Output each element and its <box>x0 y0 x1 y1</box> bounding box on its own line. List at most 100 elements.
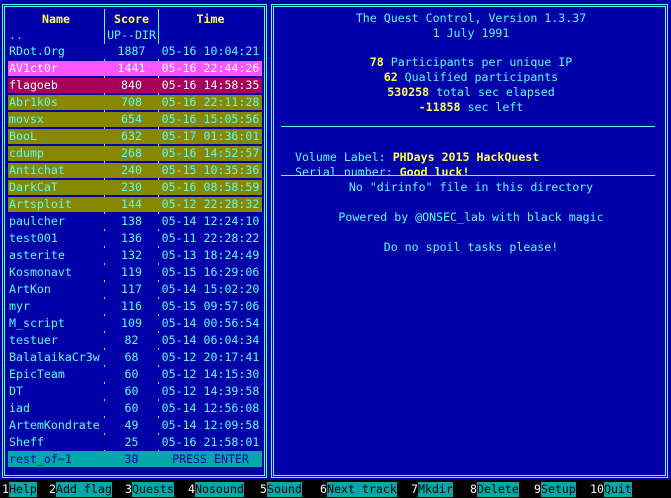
fkey-9[interactable]: 9Setup <box>534 482 576 497</box>
updir-row[interactable]: .. UP--DIR <box>8 28 262 43</box>
participant-time: 05-15 16:29:06 <box>161 265 260 279</box>
participant-row[interactable]: myr 116 05-15 09:57:06 <box>8 299 262 314</box>
participant-time: 05-16 14:52:57 <box>161 146 260 160</box>
participant-name: flagoeb <box>9 78 58 92</box>
summary-name: rest_of~1 <box>9 452 72 466</box>
stat-line: 78 Participants per unique IP <box>274 55 668 70</box>
fkey-label: Quit <box>603 482 632 497</box>
column-header-time[interactable]: Time <box>159 12 262 26</box>
participant-name: RDot.Org <box>9 44 65 58</box>
participant-score: 632 <box>121 129 142 143</box>
participant-row[interactable]: test001 136 05-11 22:28:22 <box>8 231 262 246</box>
participant-score: 119 <box>121 265 142 279</box>
fkey-6[interactable]: 6Next track <box>320 482 397 497</box>
column-header-name[interactable]: Name <box>8 12 104 26</box>
fkey-8[interactable]: 8Delete <box>470 482 519 497</box>
column-header-score[interactable]: Score <box>105 12 158 26</box>
participant-row[interactable]: AV1ct0r 1441 05-16 22:44:26 <box>8 61 262 76</box>
fkey-number: 8 <box>470 482 477 496</box>
participant-score: 109 <box>121 316 142 330</box>
participant-score: 136 <box>121 231 142 245</box>
app-title: The Quest Control, Version 1.3.37 <box>355 11 587 25</box>
participant-row[interactable]: testuer 82 05-14 06:04:34 <box>8 333 262 348</box>
participant-name: asterite <box>9 248 65 262</box>
fkey-4[interactable]: 4Nosound <box>188 482 244 497</box>
participant-name: Kosmonavt <box>9 265 72 279</box>
participant-row[interactable]: Kosmonavt 119 05-15 16:29:06 <box>8 265 262 280</box>
participant-row[interactable]: ArtKon 117 05-14 15:02:20 <box>8 282 262 297</box>
fkey-number: 5 <box>260 482 267 496</box>
fkey-10[interactable]: 10Quit <box>590 482 632 497</box>
participant-row[interactable]: RDot.Org 1887 05-16 10:04:21 <box>8 44 262 59</box>
stat-value: -11858 <box>418 100 461 114</box>
stat-label: Qualified participants <box>397 70 559 84</box>
participant-score: 708 <box>121 95 142 109</box>
serial-number-key: Serial number: <box>294 165 400 179</box>
fkey-label: Sound <box>266 482 302 497</box>
participant-name: DT <box>9 384 23 398</box>
participant-row[interactable]: Abr1k0s 708 05-16 22:11:28 <box>8 95 262 110</box>
fkey-number: 1 <box>2 482 9 496</box>
participant-name: iad <box>9 401 30 415</box>
participant-time: 05-14 12:09:58 <box>161 418 260 432</box>
participant-name: Sheff <box>9 435 44 449</box>
fkey-5[interactable]: 5Sound <box>260 482 302 497</box>
participant-row[interactable]: asterite 132 05-13 18:24:49 <box>8 248 262 263</box>
participant-score: 840 <box>121 78 142 92</box>
participant-row[interactable]: BooL 632 05-17 01:36:01 <box>8 129 262 144</box>
participant-name: myr <box>9 299 30 313</box>
participant-row[interactable]: EpicTeam 60 05-12 14:15:30 <box>8 367 262 382</box>
participant-time: 05-12 22:28:32 <box>161 197 260 211</box>
participant-score: 1887 <box>117 44 146 58</box>
participant-name: Abr1k0s <box>9 95 58 109</box>
participant-row[interactable]: Sheff 25 05-16 21:58:01 <box>8 435 262 450</box>
participant-name: DarkCaT <box>9 180 58 194</box>
participant-score: 132 <box>121 248 142 262</box>
participant-score: 25 <box>124 435 139 449</box>
fkey-1[interactable]: 1Help <box>2 482 37 497</box>
fkey-2[interactable]: 2Add flag <box>49 482 112 497</box>
participant-name: M_script <box>9 316 65 330</box>
participant-row[interactable]: ArtemKondrate 49 05-14 12:09:58 <box>8 418 262 433</box>
fkey-number: 10 <box>590 482 604 496</box>
participant-row[interactable]: M_script 109 05-14 00:56:54 <box>8 316 262 331</box>
participant-score: 60 <box>124 384 139 398</box>
participant-time: 05-14 00:56:54 <box>161 316 260 330</box>
app-date: 1 July 1991 <box>432 26 510 40</box>
participant-name: movsx <box>9 112 44 126</box>
participant-score: 230 <box>121 180 142 194</box>
stat-line: -11858 sec left <box>274 100 668 115</box>
participant-time: 05-16 22:11:28 <box>161 95 260 109</box>
participant-row[interactable]: flagoeb 840 05-16 14:58:35 <box>8 78 262 93</box>
participant-row[interactable]: DarkCaT 230 05-16 08:58:59 <box>8 180 262 195</box>
stat-line: 62 Qualified participants <box>274 70 668 85</box>
participant-row[interactable]: iad 60 05-14 12:56:08 <box>8 401 262 416</box>
participant-row[interactable]: BalalaikaCr3w 68 05-12 20:17:41 <box>8 350 262 365</box>
participant-name: cdump <box>9 146 44 160</box>
fkey-number: 7 <box>411 482 418 496</box>
volume-label-line: Volume Label: PHDays 2015 HackQuest <box>281 135 539 164</box>
participant-score: 60 <box>124 367 139 381</box>
participant-time: 05-12 14:39:58 <box>161 384 260 398</box>
participant-score: 144 <box>121 197 142 211</box>
participant-row[interactable]: movsx 654 05-16 15:05:56 <box>8 112 262 127</box>
participant-score: 82 <box>124 333 139 347</box>
participant-name: test001 <box>9 231 58 245</box>
participant-row[interactable]: cdump 268 05-16 14:52:57 <box>8 146 262 161</box>
participant-row[interactable]: DT 60 05-12 14:39:58 <box>8 384 262 399</box>
participant-time: 05-12 20:17:41 <box>161 350 260 364</box>
participant-time: 05-14 12:56:08 <box>161 401 260 415</box>
participant-row[interactable]: paulcher 138 05-14 12:24:10 <box>8 214 262 229</box>
participant-row[interactable]: Artsploit 144 05-12 22:28:32 <box>8 197 262 212</box>
no-spoil-text: Do no spoil tasks please! <box>383 240 559 254</box>
no-dirinfo-message: No "dirinfo" file in this directory <box>348 180 594 194</box>
participant-row[interactable]: Antichat 240 05-15 10:35:36 <box>8 163 262 178</box>
fkey-7[interactable]: 7Mkdir <box>411 482 453 497</box>
participant-time: 05-16 14:58:35 <box>161 78 260 92</box>
fkey-3[interactable]: 3Quests <box>125 482 174 497</box>
participant-name: BalalaikaCr3w <box>9 350 100 364</box>
summary-row[interactable]: rest_of~1 38 PRESS ENTER <box>8 451 262 467</box>
press-enter-hint: PRESS ENTER <box>172 452 249 466</box>
participant-score: 240 <box>121 163 142 177</box>
stat-value: 62 <box>383 70 398 84</box>
